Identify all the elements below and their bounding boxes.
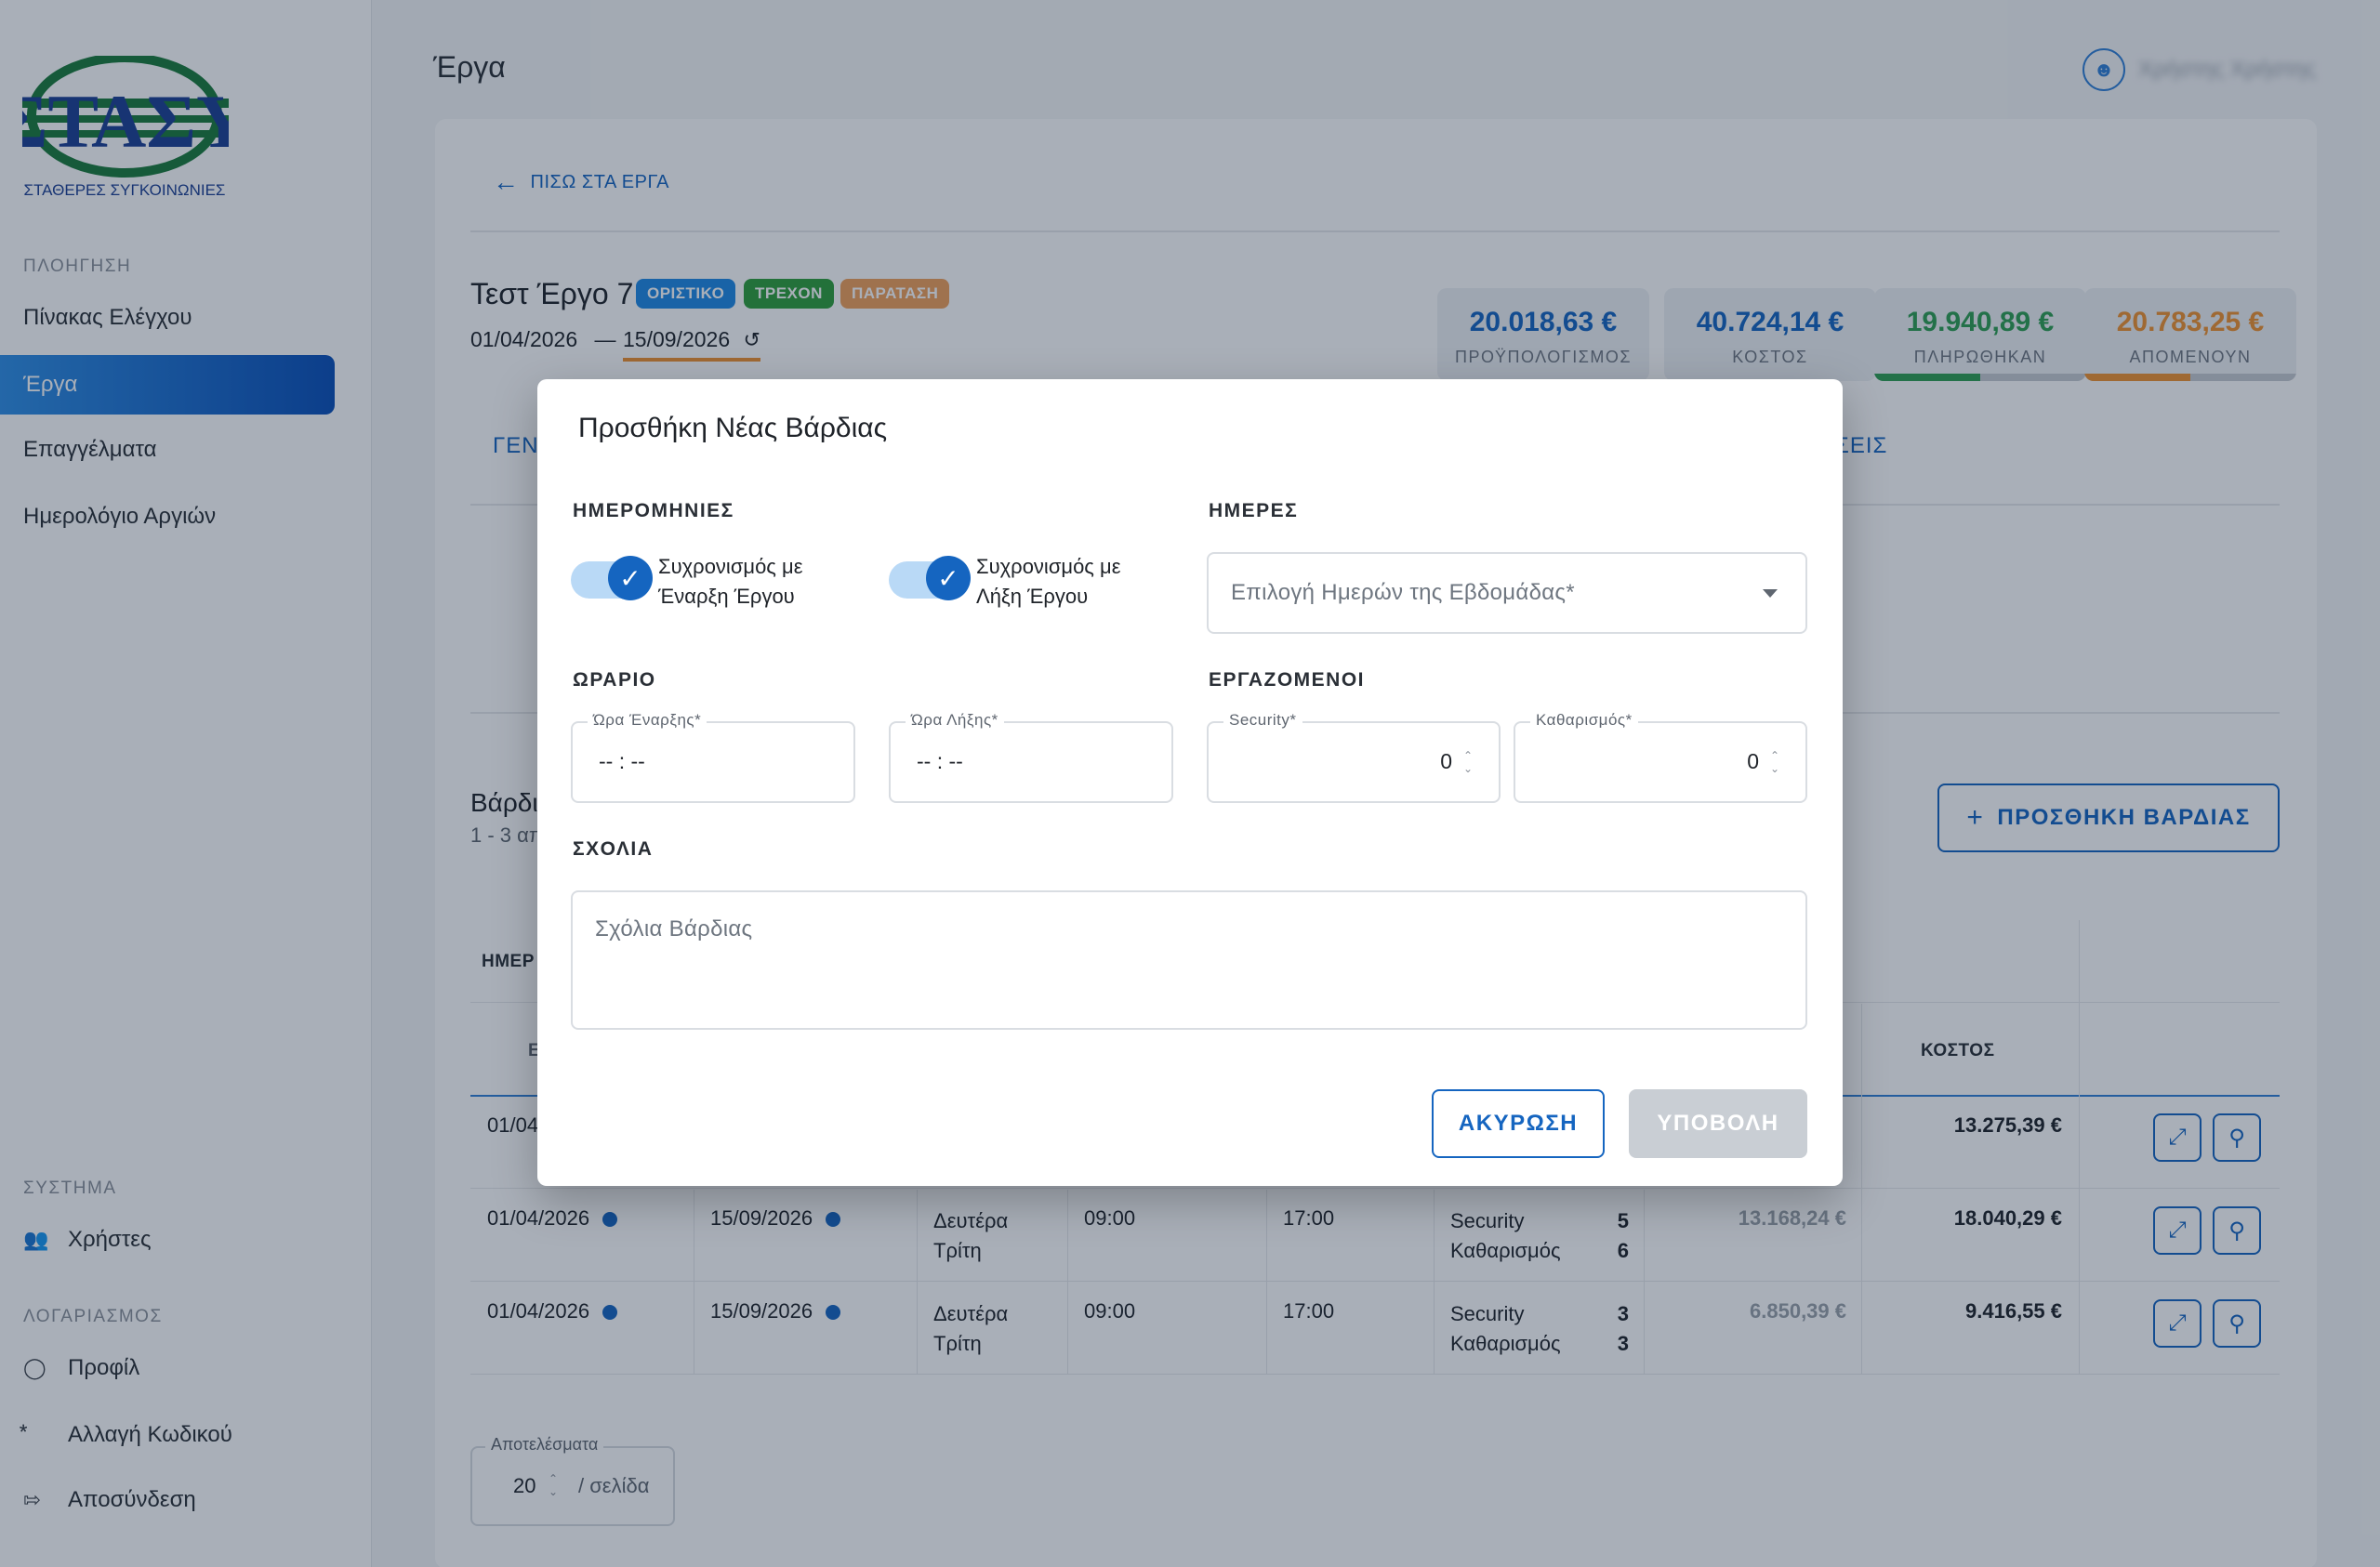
submit-button[interactable]: ΥΠΟΒΟΛΗ	[1629, 1089, 1807, 1158]
security-value: 0	[1440, 749, 1452, 773]
stepper-icon[interactable]: ⌃ ⌄	[1460, 749, 1476, 775]
start-time-input[interactable]: Ώρα Έναρξης* -- : --	[571, 711, 855, 803]
comments-placeholder: Σχόλια Βάρδιας	[595, 916, 753, 942]
cleaning-value: 0	[1747, 749, 1759, 773]
workers-heading: ΕΡΓΑΖΟΜΕΝΟΙ	[1209, 669, 1366, 691]
stepper-icon[interactable]: ⌃ ⌄	[1766, 749, 1783, 775]
start-time-value: -- : --	[599, 749, 645, 773]
end-time-label: Ώρα Λήξης*	[906, 711, 1004, 730]
sync-start-line1: Συχρονισμός με	[658, 555, 803, 578]
days-heading: ΗΜΕΡΕΣ	[1209, 500, 1299, 521]
security-label: Security*	[1223, 711, 1302, 730]
dates-heading: ΗΜΕΡΟΜΗΝΙΕΣ	[573, 500, 734, 521]
sync-end-toggle[interactable]: ✓	[889, 556, 971, 604]
sync-start-toggle[interactable]: ✓	[571, 556, 653, 604]
sync-end-line2: Λήξη Έργου	[976, 585, 1089, 608]
schedule-heading: ΩΡΑΡΙΟ	[573, 669, 656, 691]
cleaning-label: Καθαρισμός*	[1530, 711, 1638, 730]
check-icon: ✓	[926, 556, 971, 600]
comments-textarea[interactable]: Σχόλια Βάρδιας	[571, 890, 1807, 1030]
end-time-input[interactable]: Ώρα Λήξης* -- : --	[889, 711, 1173, 803]
sync-start-line2: Έναρξη Έργου	[658, 585, 795, 608]
days-placeholder: Επιλογή Ημερών της Εβδομάδας*	[1231, 580, 1575, 605]
security-count-input[interactable]: Security* 0 ⌃ ⌄	[1207, 711, 1501, 803]
sync-end-line1: Συχρονισμός με	[976, 555, 1121, 578]
check-icon: ✓	[608, 556, 653, 600]
caret-down-icon	[1763, 589, 1778, 598]
cleaning-count-input[interactable]: Καθαρισμός* 0 ⌃ ⌄	[1514, 711, 1807, 803]
sync-start-label: Συχρονισμός με Έναρξη Έργου	[658, 552, 835, 612]
days-select[interactable]: Επιλογή Ημερών της Εβδομάδας*	[1207, 552, 1807, 634]
end-time-value: -- : --	[917, 749, 963, 773]
comments-heading: ΣΧΟΛΙΑ	[573, 838, 654, 860]
dialog-title: Προσθήκη Νέας Βάρδιας	[578, 413, 888, 443]
add-shift-dialog: Προσθήκη Νέας Βάρδιας ΗΜΕΡΟΜΗΝΙΕΣ ✓ Συχρ…	[537, 379, 1843, 1186]
cancel-button[interactable]: ΑΚΥΡΩΣΗ	[1432, 1089, 1605, 1158]
start-time-label: Ώρα Έναρξης*	[588, 711, 707, 730]
sync-end-label: Συχρονισμός με Λήξη Έργου	[976, 552, 1153, 612]
